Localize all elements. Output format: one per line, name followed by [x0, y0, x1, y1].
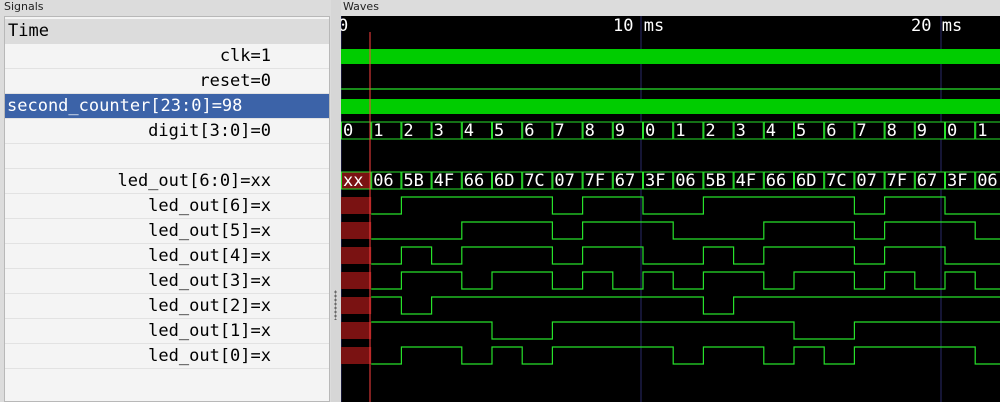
signal-row-led_out-6-0[interactable]: led_out[6:0]=xx	[5, 169, 329, 194]
bus-value: 67	[615, 171, 635, 191]
unknown-region	[341, 272, 372, 289]
bus-value: 6	[826, 121, 836, 141]
signal-row-second_counter-23-0[interactable]: second_counter[23:0]=98	[5, 94, 329, 119]
bus-value: 3	[736, 121, 746, 141]
signal-row-blank	[5, 144, 329, 169]
clock-wave	[341, 49, 1000, 64]
bus-value: 0	[947, 121, 957, 141]
signals-list[interactable]: Time clk=1 reset=0 second_counter[23:0]=98 d…	[4, 16, 330, 402]
signal-row-led_out-5[interactable]: led_out[5]=x	[5, 219, 329, 244]
bus-value: 8	[887, 121, 897, 141]
signal-row-led_out-1[interactable]: led_out[1]=x	[5, 319, 329, 344]
time-label: 20 ms	[911, 16, 962, 36]
signals-panel-title: Signals	[4, 0, 44, 13]
bus-value: 7F	[585, 171, 605, 191]
bit-wave	[371, 196, 1000, 215]
bus-value: xx	[343, 171, 363, 191]
bus-value: 5	[796, 121, 806, 141]
bit-wave	[371, 296, 1000, 315]
bus-value: 7	[554, 121, 564, 141]
signals-panel: Signals Time clk=1 reset=0 second_counter[2…	[0, 0, 332, 402]
bus-value: 2	[403, 121, 413, 141]
bus-value: 3	[434, 121, 444, 141]
bus-value: 66	[464, 171, 484, 191]
bus-value: 4F	[736, 171, 756, 191]
bus-value: 5B	[705, 171, 725, 191]
bus-value: 7C	[826, 171, 846, 191]
bus-value: 5B	[403, 171, 423, 191]
counter-wave	[341, 99, 1000, 114]
bus-value: 0	[645, 121, 655, 141]
waves-panel-title: Waves	[343, 0, 379, 13]
unknown-region	[341, 222, 372, 239]
bus-value: 8	[585, 121, 595, 141]
signal-row-led_out-6[interactable]: led_out[6]=x	[5, 194, 329, 219]
time-label: 0	[341, 16, 348, 36]
bus-value: 6D	[796, 171, 816, 191]
time-label: 10 ms	[613, 16, 664, 36]
bus-value: 66	[766, 171, 786, 191]
signal-row-led_out-0[interactable]: led_out[0]=x	[5, 344, 329, 369]
bus-value: 5	[494, 121, 504, 141]
bus-value: 67	[917, 171, 937, 191]
bit-wave	[371, 246, 1000, 265]
unknown-region	[341, 247, 372, 264]
bus-value: 3F	[947, 171, 967, 191]
bit-wave	[371, 221, 1000, 240]
bit-wave	[371, 321, 1000, 340]
bus-value: 1	[373, 121, 383, 141]
bus-value: 06	[675, 171, 695, 191]
bus-value: 0	[343, 121, 353, 141]
bus-value: 7	[856, 121, 866, 141]
bus-value: 1	[675, 121, 685, 141]
bus-value: 4	[464, 121, 474, 141]
bus-value: 9	[615, 121, 625, 141]
bus-value: 06	[977, 171, 997, 191]
unknown-region	[341, 322, 372, 339]
bus-value: 4	[766, 121, 776, 141]
splitter-grip-icon[interactable]	[334, 290, 337, 320]
time-header: Time	[5, 19, 329, 44]
bus-value: 2	[705, 121, 715, 141]
bit-wave	[371, 346, 1000, 365]
unknown-region	[341, 297, 372, 314]
bus-value: 6	[524, 121, 534, 141]
bus-value: 3F	[645, 171, 665, 191]
bus-value: 6D	[494, 171, 514, 191]
bus-value: 7C	[524, 171, 544, 191]
signal-row-led_out-2[interactable]: led_out[2]=x	[5, 294, 329, 319]
bus-value: 06	[373, 171, 393, 191]
signal-row-led_out-4[interactable]: led_out[4]=x	[5, 244, 329, 269]
bus-value: 07	[856, 171, 876, 191]
bit-wave	[371, 271, 1000, 290]
unknown-region	[341, 347, 372, 364]
signal-row-digit-3-0[interactable]: digit[3:0]=0	[5, 119, 329, 144]
bus-value: 4F	[434, 171, 454, 191]
bus-value: 07	[554, 171, 574, 191]
waves-panel[interactable]: 0 10 ms 20 ms 0 1 2 3 4 5 6 7 8 9 0 1 2 3 4 5 6 7 8 9 0 1 xx 06 5B 4…	[341, 16, 1000, 402]
waveform-canvas[interactable]: 0 10 ms 20 ms0 1 2 3 4 5 6 7 8 9 0 1 2 3 4 5 6 7 8 9 0 1xx 06 5B 4…	[341, 16, 1000, 402]
signal-row-reset[interactable]: reset=0	[5, 69, 329, 94]
bus-value: 7F	[887, 171, 907, 191]
panel-splitter[interactable]	[331, 0, 341, 402]
bus-value: 9	[917, 121, 927, 141]
signal-row-clk[interactable]: clk=1	[5, 44, 329, 69]
bus-value: 1	[977, 121, 987, 141]
signal-row-led_out-3[interactable]: led_out[3]=x	[5, 269, 329, 294]
unknown-region	[341, 197, 372, 214]
